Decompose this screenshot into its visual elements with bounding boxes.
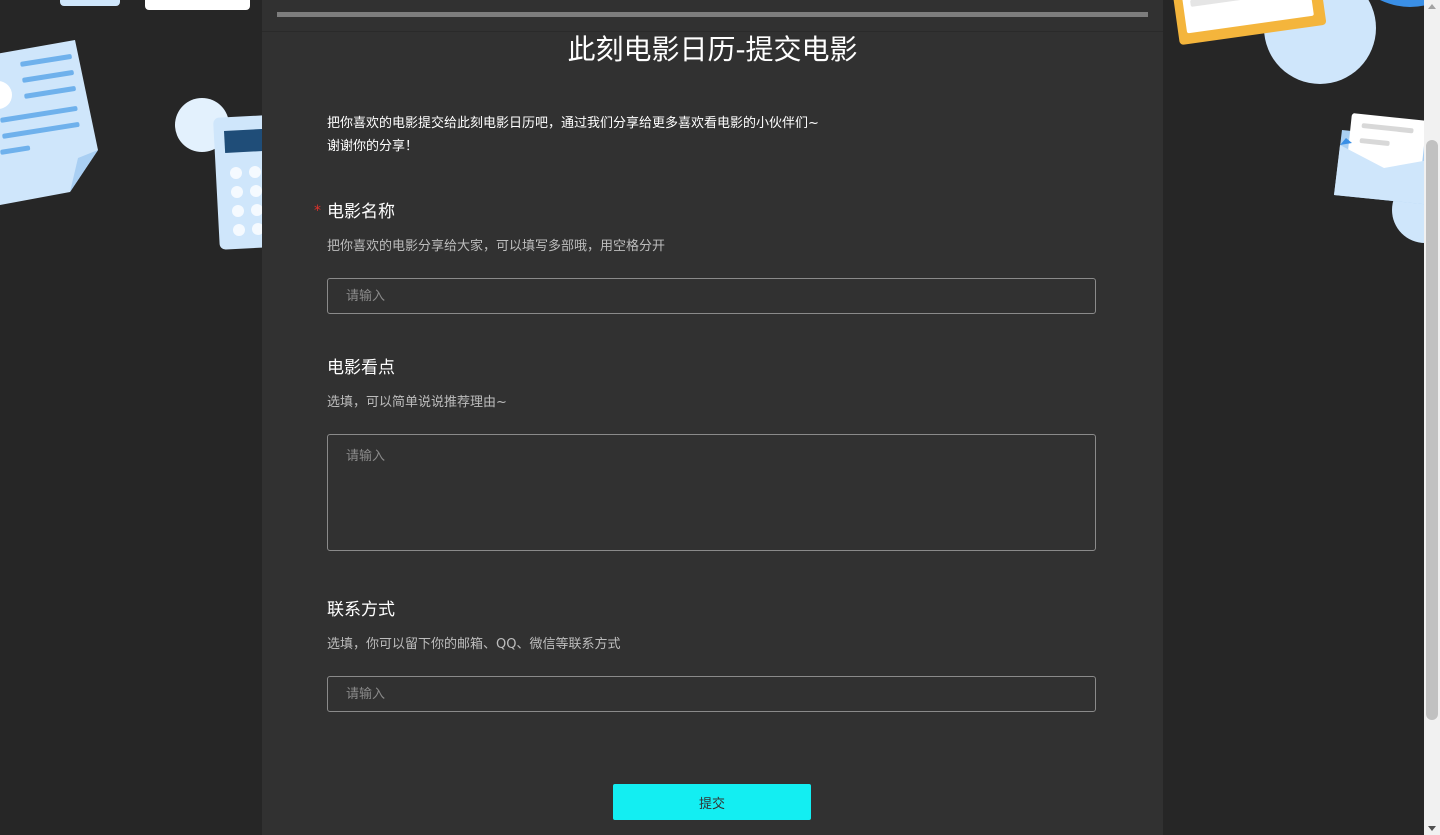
movie-highlights-textarea[interactable] [327,434,1096,551]
scroll-up-arrow-icon[interactable] [1428,4,1436,9]
vertical-scrollbar[interactable] [1424,0,1440,835]
form-title: 此刻电影日历-提交电影 [567,33,858,66]
contact-input[interactable] [327,676,1096,712]
movie-name-label: * 电影名称 [314,200,395,224]
form-intro: 把你喜欢的电影提交给此刻电影日历吧，通过我们分享给更多喜欢看电影的小伙伴们~ 谢… [327,112,819,158]
intro-line-1: 把你喜欢的电影提交给此刻电影日历吧，通过我们分享给更多喜欢看电影的小伙伴们~ [327,116,819,131]
intro-line-2: 谢谢你的分享！ [327,139,419,154]
top-left-cards-icon [60,0,250,10]
scroll-down-arrow-icon[interactable] [1428,826,1436,831]
submit-button[interactable]: 提交 [613,784,811,820]
top-progress-bar [277,12,1148,17]
contact-label: 联系方式 [327,600,395,620]
movie-name-label-text: 电影名称 [327,202,395,222]
movie-name-input[interactable] [327,278,1096,314]
page: 此刻电影日历-提交电影 把你喜欢的电影提交给此刻电影日历吧，通过我们分享给更多喜… [0,0,1440,835]
scrollbar-thumb[interactable] [1426,140,1438,720]
required-mark: * [314,203,321,219]
contact-description: 选填，你可以留下你的邮箱、QQ、微信等联系方式 [327,637,621,652]
submission-form: 此刻电影日历-提交电影 把你喜欢的电影提交给此刻电影日历吧，通过我们分享给更多喜… [262,0,1163,835]
movie-highlights-label: 电影看点 [327,358,395,378]
movie-highlights-description: 选填，可以简单说说推荐理由~ [327,395,507,410]
note-card-icon [1168,0,1440,84]
movie-name-description: 把你喜欢的电影分享给大家，可以填写多部哦，用空格分开 [327,239,666,254]
document-icon [0,40,98,205]
